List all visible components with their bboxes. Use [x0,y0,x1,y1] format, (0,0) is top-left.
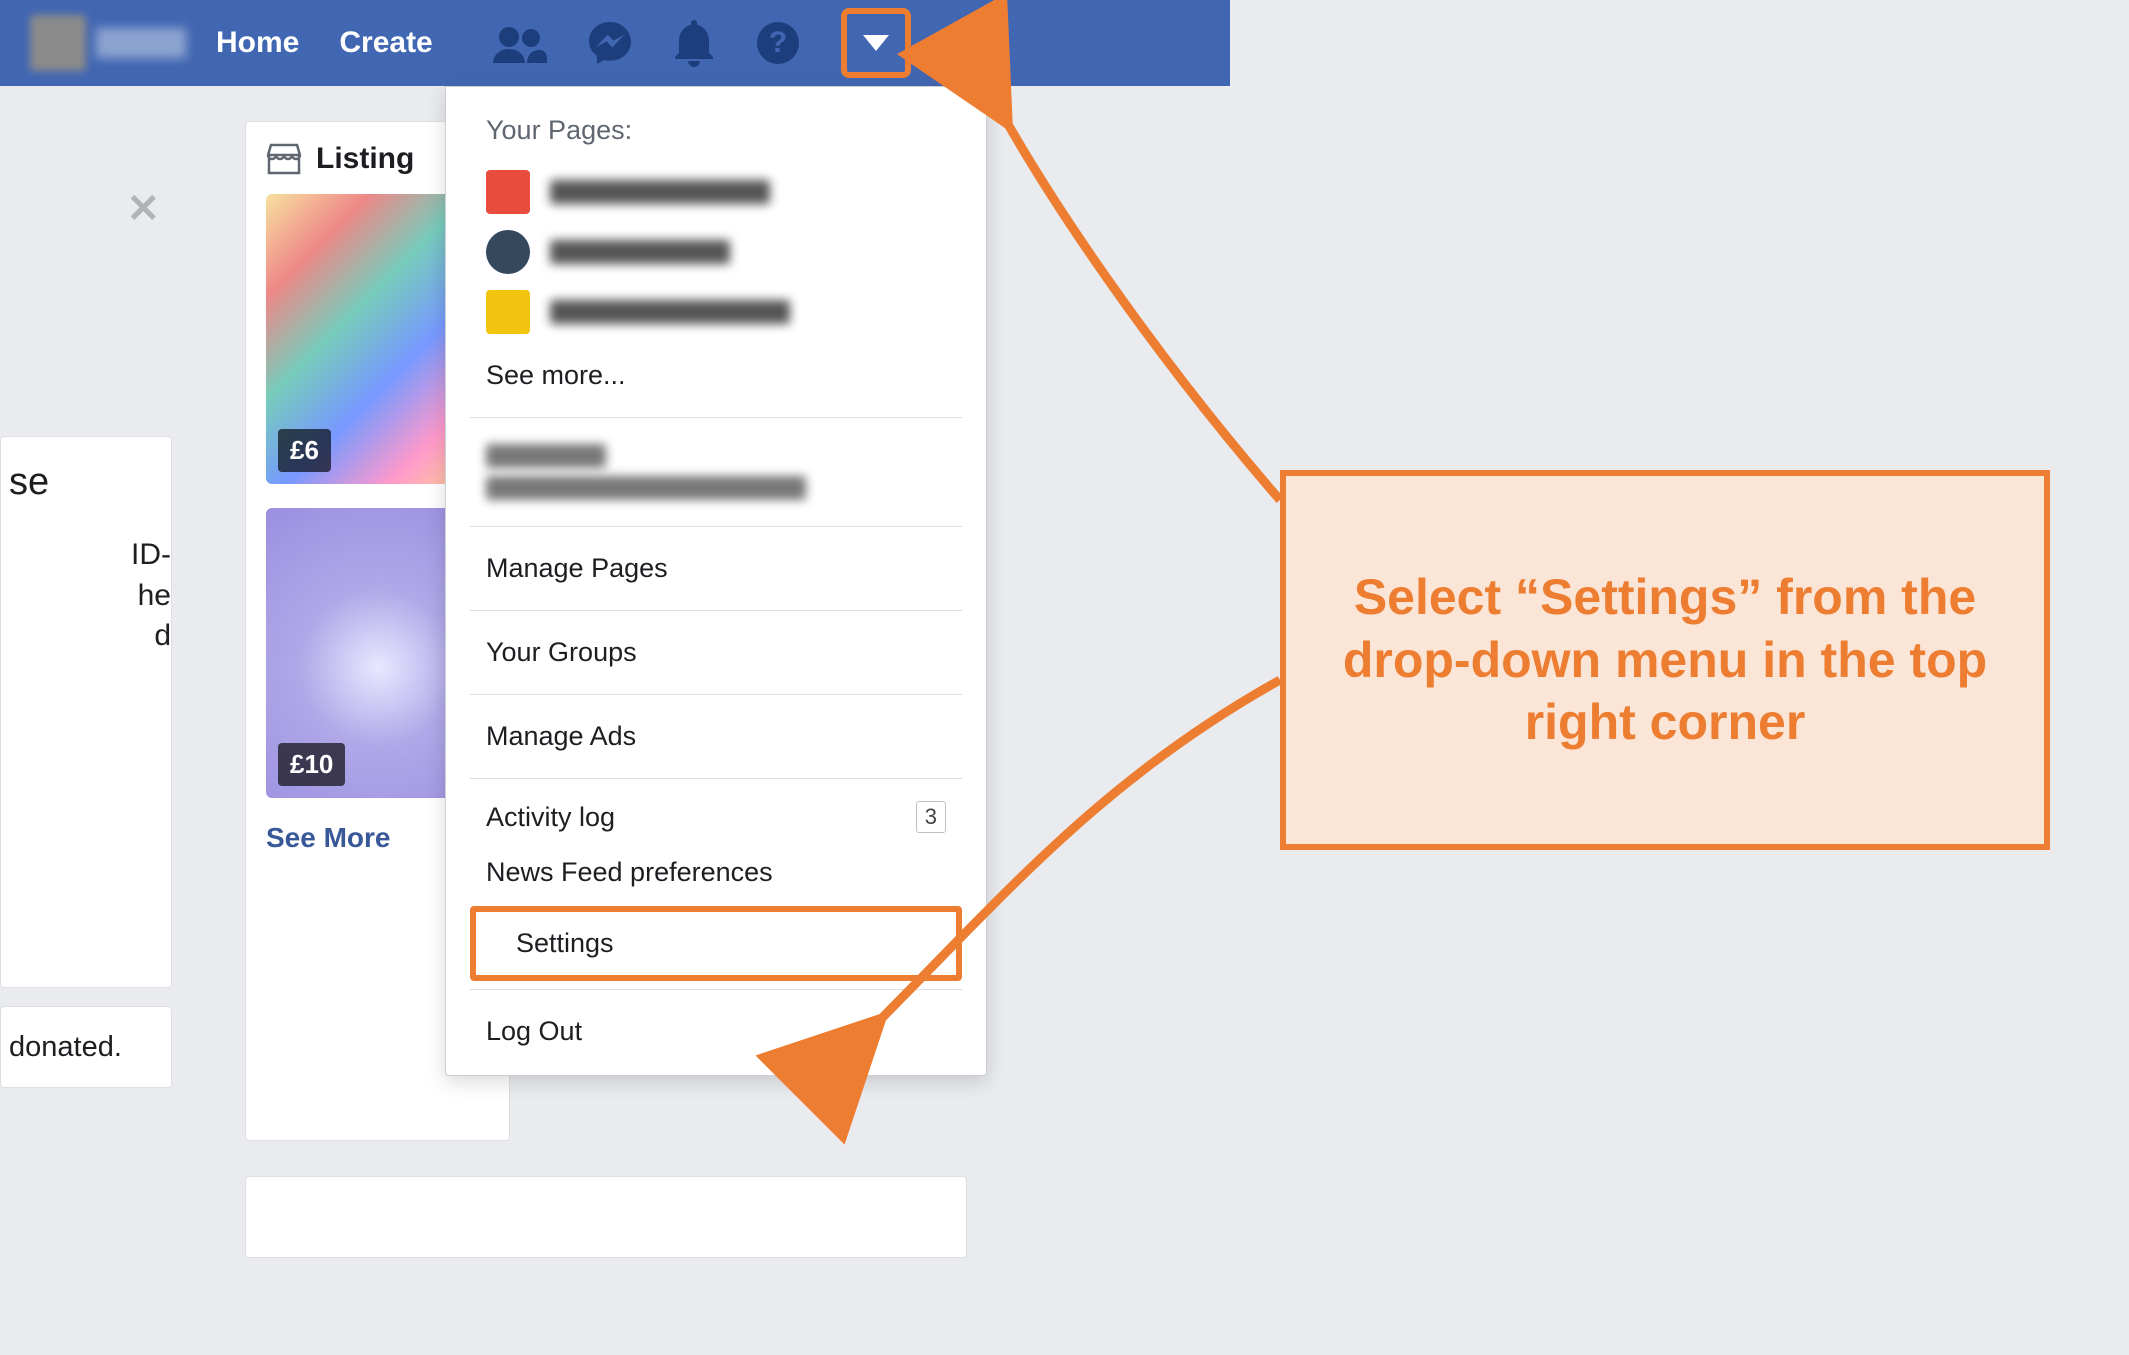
account-switch-block[interactable] [446,426,986,518]
listing-card-title: Listing [316,142,414,176]
menu-separator [470,526,962,527]
menu-activity-log[interactable]: Activity log 3 [446,787,986,847]
menu-separator [470,778,962,779]
menu-newsfeed-prefs[interactable]: News Feed preferences [446,847,986,906]
annotation-text: Select “Settings” from the drop-down men… [1316,566,2014,754]
notifications-icon[interactable] [673,19,715,67]
friend-requests-icon[interactable] [493,23,547,63]
menu-separator [470,417,962,418]
page-item-2[interactable] [446,222,986,282]
close-icon[interactable]: ✕ [126,186,160,232]
page-name-3-blurred [550,300,790,324]
page-item-3[interactable] [446,282,986,342]
your-pages-label: Your Pages: [446,111,986,162]
page-name-2-blurred [550,240,730,264]
blank-card [245,1176,967,1258]
menu-settings[interactable]: Settings [470,906,962,981]
menu-manage-ads[interactable]: Manage Ads [446,703,986,770]
menu-log-out[interactable]: Log Out [446,998,986,1065]
messenger-icon[interactable] [587,20,633,66]
listing-price-2: £10 [278,743,345,786]
fragment-text-se: se [1,437,171,527]
page-avatar-2 [486,230,530,274]
annotation-callout: Select “Settings” from the drop-down men… [1280,470,2050,850]
activity-log-label: Activity log [486,802,615,833]
see-more-pages-link[interactable]: See more... [446,342,986,409]
page-item-1[interactable] [446,162,986,222]
left-fragment-card: se ID- he d [0,436,172,988]
help-icon[interactable]: ? [755,20,801,66]
fragment-donated-text: donated. [1,1007,171,1087]
listing-price-1: £6 [278,429,331,472]
menu-separator [470,989,962,990]
page-name-1-blurred [550,180,770,204]
menu-manage-pages[interactable]: Manage Pages [446,535,986,602]
storefront-icon [266,142,302,176]
menu-separator [470,694,962,695]
content-area: ✕ se ID- he d donated. Listing £6 £10 Se… [0,86,1230,1346]
nav-home[interactable]: Home [216,26,299,60]
profile-avatar[interactable] [30,15,86,71]
profile-name-blurred[interactable] [96,28,186,58]
account-dropdown-button[interactable] [841,8,911,78]
activity-log-badge: 3 [916,801,946,833]
top-nav-bar: Home Create ? [0,0,1230,86]
fragment-text-id: ID- he d [1,527,171,657]
nav-create[interactable]: Create [339,26,432,60]
menu-separator [470,610,962,611]
menu-your-groups[interactable]: Your Groups [446,619,986,686]
account-dropdown-menu: Your Pages: See more... Manage Pages You… [445,86,987,1076]
left-fragment-donated: donated. [0,1006,172,1088]
svg-text:?: ? [769,26,787,59]
page-avatar-3 [486,290,530,334]
page-avatar-1 [486,170,530,214]
